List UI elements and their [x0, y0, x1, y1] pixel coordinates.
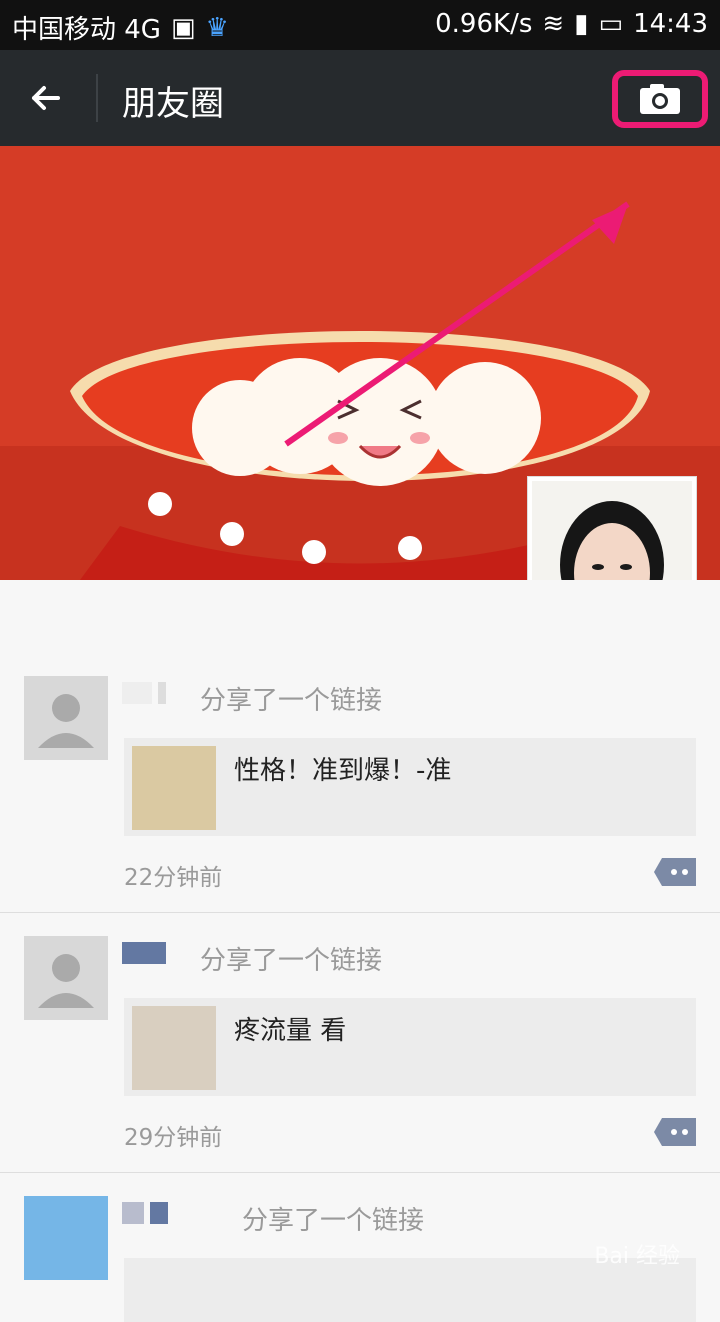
- shared-link-card[interactable]: 疼流量 看: [124, 998, 696, 1096]
- shared-link-label: 分享了一个链接: [242, 1200, 424, 1237]
- image-icon: ▣: [171, 13, 196, 43]
- shared-link-label: 分享了一个链接: [200, 940, 382, 977]
- link-title: 性格！准到爆！-准: [234, 754, 680, 788]
- wifi-icon: ≋: [542, 9, 564, 39]
- back-button[interactable]: [26, 78, 70, 118]
- nav-divider: [96, 74, 98, 122]
- carrier-label: 中国移动 4G: [12, 9, 161, 46]
- signal-icon: ▮: [574, 9, 588, 39]
- clock: 14:43: [633, 9, 708, 39]
- link-thumbnail: [132, 1006, 216, 1090]
- post-time: 22分钟前: [124, 858, 222, 892]
- user-name[interactable]: [122, 682, 166, 712]
- back-arrow-icon: [26, 78, 70, 118]
- user-placeholder-icon: [24, 936, 108, 1020]
- status-bar: 中国移动 4G ▣ ♛ 0.96K/s ≋ ▮ ▭ 14:43: [0, 0, 720, 50]
- avatar[interactable]: [24, 936, 108, 1020]
- camera-button[interactable]: [612, 70, 708, 128]
- battery-icon: ▭: [598, 9, 623, 39]
- comment-button[interactable]: [654, 858, 696, 886]
- comment-icon: [654, 858, 696, 886]
- watermark: Bai 经验: [594, 1238, 680, 1270]
- user-name[interactable]: [122, 942, 166, 972]
- post-separator: [0, 1172, 720, 1173]
- user-name[interactable]: [122, 1202, 168, 1232]
- comment-button[interactable]: [654, 1118, 696, 1146]
- post-time: 29分钟前: [124, 1118, 222, 1152]
- shared-link-label: 分享了一个链接: [200, 680, 382, 717]
- network-speed: 0.96K/s: [435, 9, 532, 39]
- shared-link-card[interactable]: 性格！准到爆！-准: [124, 738, 696, 836]
- timeline-feed: 分享了一个链接 性格！准到爆！-准 22分钟前 分享了一个链接 疼流量 看 29…: [0, 580, 720, 1280]
- top-navbar: 朋友圈: [0, 50, 720, 146]
- chat-icon: ♛: [206, 13, 229, 43]
- link-title: 疼流量 看: [234, 1014, 680, 1048]
- camera-icon: [636, 82, 684, 116]
- page-title: 朋友圈: [122, 76, 224, 125]
- comment-icon: [654, 1118, 696, 1146]
- link-thumbnail: [132, 746, 216, 830]
- user-placeholder-icon: [24, 676, 108, 760]
- avatar[interactable]: [24, 676, 108, 760]
- post-separator: [0, 912, 720, 913]
- avatar[interactable]: [24, 1196, 108, 1280]
